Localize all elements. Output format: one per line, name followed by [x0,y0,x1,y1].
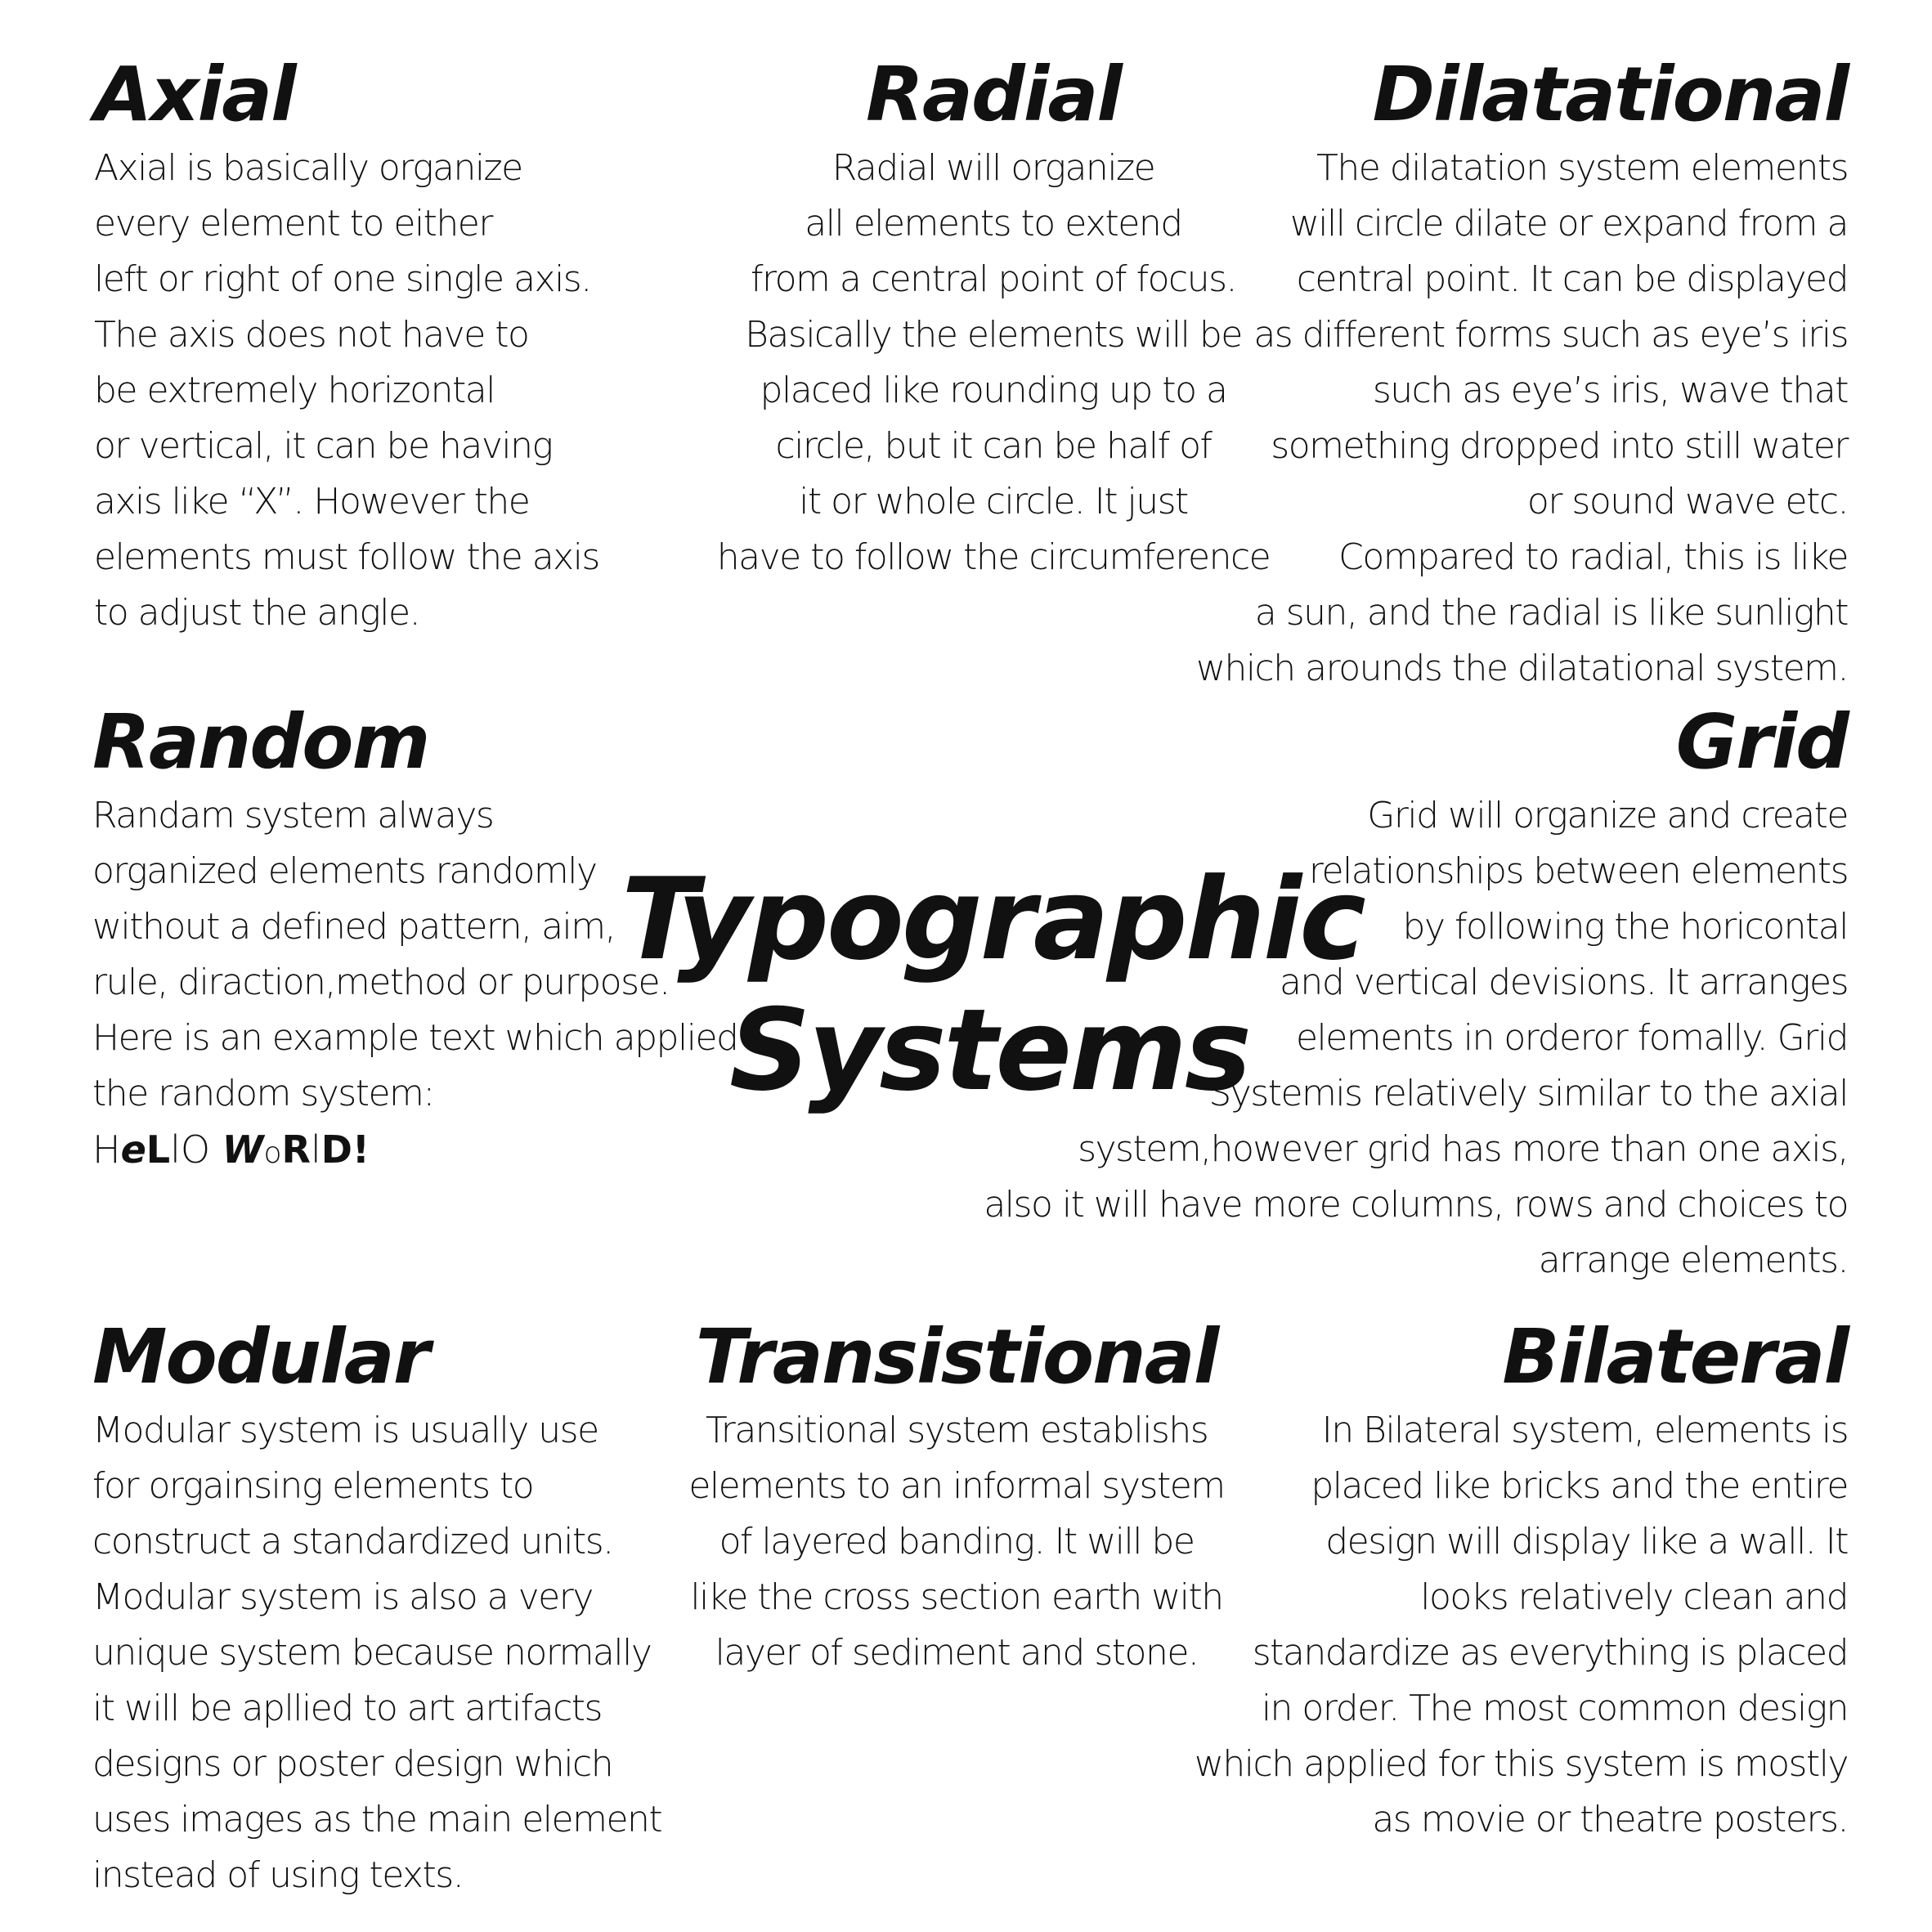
body-line: as different forms such as eye’s iris [1253,314,1849,356]
body-line: Randam system always [92,795,495,836]
body-line: elements must follow the axis [94,536,600,578]
body-line: layer of sediment and stone. [715,1632,1199,1674]
grid-body: Grid will organize and create relationsh… [940,788,1849,1289]
body-line: central point. It can be displayed [1296,258,1849,300]
example-glyph: l [310,1127,321,1172]
body-line: instead of using texts. [92,1854,464,1896]
body-line: designs or poster design which [92,1743,614,1785]
body-line: Grid will organize and create [1367,795,1849,836]
bilateral-section: Bilateral In Bilateral system, elements … [1186,1313,1849,1848]
grid-section: Grid Grid will organize and create relat… [940,698,1849,1289]
modular-section: Modular Modular system is usually use fo… [92,1318,714,1903]
body-line: Modular system is also a very [92,1576,594,1618]
body-line: looks relatively clean and [1420,1576,1849,1618]
axial-body: Axial is basically organize every elemen… [94,141,715,641]
axial-section: Axial Axial is basically organize every … [94,56,715,641]
body-line: or vertical, it can be having [94,425,554,467]
example-glyph: D [321,1127,352,1172]
example-glyph: L [146,1127,171,1172]
body-line: Transitional system establishs [705,1410,1209,1451]
body-line: left or right of one single axis. [94,258,592,300]
example-glyph [210,1122,222,1177]
body-line: relationships between elements [1308,850,1849,892]
body-line: placed like bricks and the entire [1311,1465,1849,1507]
body-line: Modular system is usually use [92,1410,599,1451]
body-line: Axial is basically organize [94,147,523,189]
transitional-section: Transistional Transitional system establ… [662,1318,1251,1681]
example-glyph: R [281,1127,311,1172]
body-line: uses images as the main element [92,1799,663,1840]
modular-heading: Modular [92,1313,430,1401]
bilateral-heading: Bilateral [1502,1313,1849,1401]
body-line: also it will have more columns, rows and… [984,1184,1849,1226]
bilateral-body: In Bilateral system, elements is placed … [1186,1403,1849,1848]
dilatational-body: The dilatation system elements will circ… [1161,141,1849,697]
dilatational-section: Dilatational The dilatation system eleme… [1161,51,1849,697]
example-glyph: o [263,1136,282,1170]
body-line: The dilatation system elements [1316,147,1849,189]
example-glyph: H [92,1127,121,1172]
body-line: elements in orderor fomally. Grid [1295,1017,1849,1059]
body-line: Compared to radial, this is like [1338,536,1849,578]
body-line: Systemis relatively similar to the axial [1208,1073,1849,1114]
body-line: elements to an informal system [688,1465,1226,1507]
body-line: which arounds the dilatational system. [1195,648,1849,689]
body-line: such as eye’s iris, wave that [1372,370,1849,411]
body-line: every element to either [94,203,493,244]
body-line: which applied for this system is mostly [1194,1743,1849,1785]
modular-body: Modular system is usually use for orgain… [92,1403,714,1903]
body-line: like the cross section earth with [690,1576,1224,1618]
body-line: design will display like a wall. It [1325,1521,1849,1562]
body-line: a sun, and the radial is like sunlight [1254,592,1849,634]
random-heading: Random [92,698,430,786]
body-line: The axis does not have to [94,314,530,356]
body-line: something dropped into still water [1271,425,1849,467]
body-line: unique system because normally [92,1632,652,1674]
body-line: arrange elements. [1538,1239,1849,1281]
body-line: or sound wave etc. [1526,481,1849,522]
body-line: in order. The most common design [1261,1688,1849,1729]
body-line: In Bilateral system, elements is [1321,1410,1849,1451]
example-glyph: e [120,1127,146,1172]
body-line: be extremely horizontal [94,370,495,411]
example-glyph: O [180,1127,211,1172]
transitional-heading: Transistional [695,1313,1219,1401]
body-line: by following the horicontal [1402,906,1849,948]
body-line: system,however grid has more than one ax… [1078,1128,1849,1170]
body-line: it will be apllied to art artifacts [92,1688,603,1729]
grid-heading: Grid [1675,698,1849,786]
example-glyph: ! [352,1127,370,1172]
axial-heading: Axial [94,51,297,138]
random-example-text: HeLlO WoRlD! [92,1122,828,1181]
body-line: for orgainsing elements to [92,1465,535,1507]
body-line: construct a standardized units. [92,1521,614,1562]
example-glyph: W [222,1127,264,1172]
body-line: axis like “X”. However the [94,481,531,522]
body-line: to adjust the angle. [94,592,421,634]
dilatational-heading: Dilatational [1372,51,1849,138]
body-line: will circle dilate or expand from a [1289,203,1849,244]
example-glyph: l [170,1127,181,1172]
transitional-body: Transitional system establishs elements … [662,1403,1251,1681]
body-line: of layered banding. It will be [719,1521,1195,1562]
body-line: and vertical devisions. It arranges [1279,962,1849,1003]
body-line: standardize as everything is placed [1252,1632,1849,1674]
body-line: as movie or theatre posters. [1372,1799,1849,1840]
